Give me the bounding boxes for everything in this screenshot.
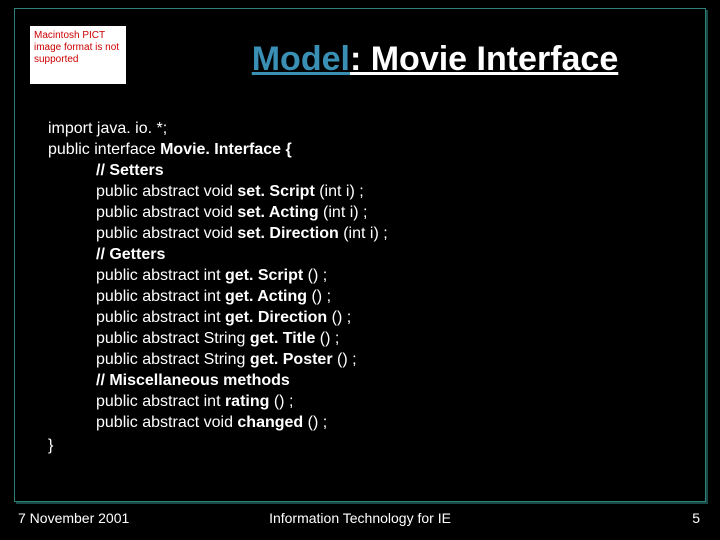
code-text: public abstract String [96, 351, 250, 368]
code-line: public abstract int get. Direction () ; [96, 307, 690, 328]
slide-title: Model: Movie Interface [170, 40, 700, 79]
code-line: public abstract void set. Script (int i)… [96, 181, 690, 202]
code-bold: get. Acting [225, 288, 312, 305]
code-text: () ; [332, 309, 352, 326]
code-text: public abstract String [96, 330, 250, 347]
code-line: import java. io. *; [48, 118, 690, 139]
code-line: public abstract void set. Direction (int… [96, 223, 690, 244]
code-bold: set. Direction [237, 225, 343, 242]
code-line: public abstract void set. Acting (int i)… [96, 202, 690, 223]
code-text: public abstract void [96, 183, 237, 200]
code-text: () ; [320, 330, 340, 347]
code-bold: get. Direction [225, 309, 332, 326]
pict-placeholder: Macintosh PICT image format is not suppo… [30, 26, 126, 84]
footer: 7 November 2001 Information Technology f… [14, 508, 706, 532]
title-rest: : Movie Interface [350, 40, 618, 78]
code-text: import java. io. *; [48, 120, 167, 137]
pict-text: Macintosh PICT image format is not suppo… [34, 30, 119, 65]
code-line: public abstract void changed () ; [96, 412, 690, 433]
code-comment: // Getters [96, 244, 690, 265]
code-block: import java. io. *; public interface Mov… [48, 118, 690, 456]
code-bold: changed [237, 414, 307, 431]
code-bold: get. Poster [250, 351, 337, 368]
code-text: () ; [311, 288, 331, 305]
code-line: public abstract String get. Title () ; [96, 328, 690, 349]
code-line: public abstract String get. Poster () ; [96, 349, 690, 370]
code-bold: get. Title [250, 330, 320, 347]
code-text: public abstract void [96, 204, 237, 221]
code-text: public interface [48, 141, 160, 158]
code-close: } [48, 435, 690, 456]
code-bold: set. Script [237, 183, 319, 200]
code-line: public abstract int get. Script () ; [96, 265, 690, 286]
code-text: public abstract int [96, 309, 225, 326]
code-text: () ; [337, 351, 357, 368]
code-text: () ; [308, 267, 328, 284]
code-text: (int i) ; [323, 204, 367, 221]
code-text: () ; [308, 414, 328, 431]
code-text: public abstract void [96, 225, 237, 242]
code-text: public abstract int [96, 393, 225, 410]
code-bold: set. Acting [237, 204, 323, 221]
code-line: public interface Movie. Interface { [48, 139, 690, 160]
code-text: public abstract int [96, 267, 225, 284]
code-text: (int i) ; [319, 183, 363, 200]
title-model: Model [252, 40, 350, 78]
code-text: () ; [274, 393, 294, 410]
code-bold: Movie. Interface { [160, 141, 292, 158]
code-text: public abstract void [96, 414, 237, 431]
code-bold: rating [225, 393, 274, 410]
code-bold: get. Script [225, 267, 308, 284]
code-line: public abstract int get. Acting () ; [96, 286, 690, 307]
code-line: public abstract int rating () ; [96, 391, 690, 412]
footer-center: Information Technology for IE [14, 510, 706, 526]
code-comment: // Miscellaneous methods [96, 370, 690, 391]
footer-page: 5 [692, 510, 700, 526]
code-text: public abstract int [96, 288, 225, 305]
slide: Macintosh PICT image format is not suppo… [0, 0, 720, 540]
code-text: (int i) ; [343, 225, 387, 242]
code-comment: // Setters [96, 160, 690, 181]
